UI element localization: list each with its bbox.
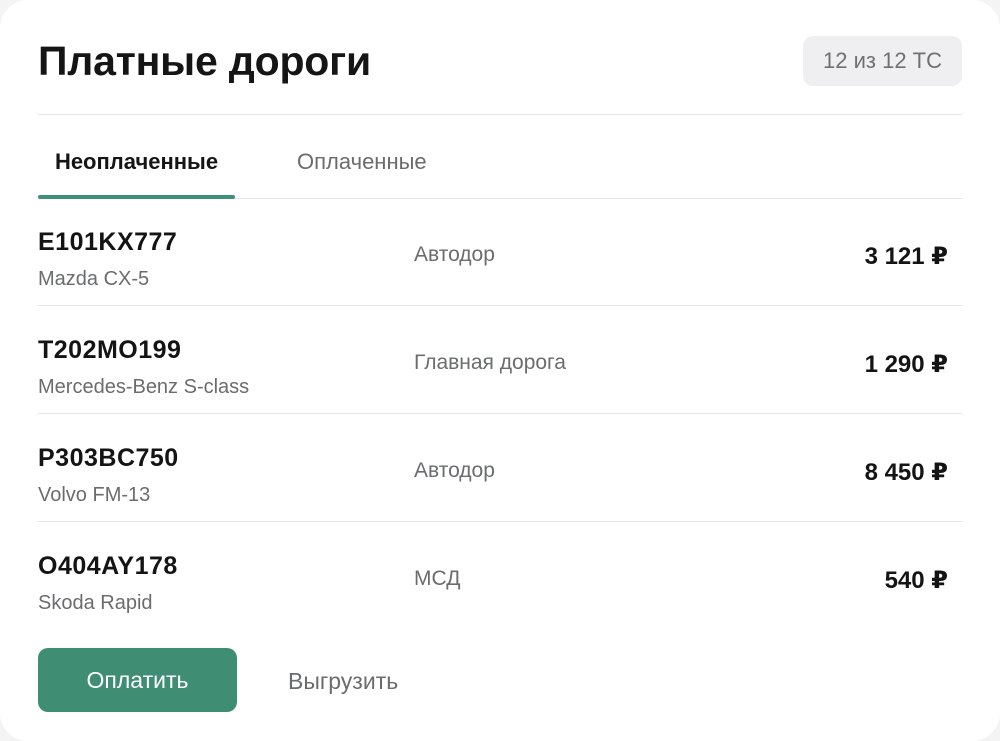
road-operator: Автодор xyxy=(414,243,495,266)
tab-paid-label: Оплаченные xyxy=(297,149,427,174)
plate-number: P303BC750 xyxy=(38,444,179,472)
tab-unpaid-label: Неоплаченные xyxy=(54,149,219,174)
vehicle-model: Mazda CX-5 xyxy=(38,268,150,290)
vehicle-model: Skoda Rapid xyxy=(38,592,153,614)
vehicle-model: Volvo FM-13 xyxy=(38,484,151,506)
amount: 8 450 ₽ xyxy=(864,459,948,486)
amount: 3 121 ₽ xyxy=(864,243,948,270)
list-item[interactable]: E101KX777 Mazda CX-5 Автодор 3 121 ₽ xyxy=(38,198,962,306)
plate-number: O404AY178 xyxy=(38,552,178,580)
plate-number: E101KX777 xyxy=(38,228,178,256)
export-button[interactable]: Выгрузить xyxy=(288,648,398,712)
road-operator: МСД xyxy=(414,567,461,590)
tabs: Неоплаченные Оплаченные xyxy=(38,114,962,199)
plate-number: T202MO199 xyxy=(38,336,182,364)
tab-paid[interactable]: Оплаченные xyxy=(297,114,427,198)
pay-button[interactable]: Оплатить xyxy=(38,648,237,712)
tab-unpaid[interactable]: Неоплаченные xyxy=(38,114,235,199)
road-operator: Автодор xyxy=(414,459,495,482)
vehicle-model: Mercedes-Benz S-class xyxy=(38,376,250,398)
list-item[interactable]: P303BC750 Volvo FM-13 Автодор 8 450 ₽ xyxy=(38,414,962,522)
toll-roads-card: Платные дороги 12 из 12 ТС Неоплаченные … xyxy=(0,0,1000,741)
card-header: Платные дороги 12 из 12 ТС xyxy=(38,30,962,115)
list-item[interactable]: O404AY178 Skoda Rapid МСД 540 ₽ xyxy=(38,522,962,629)
road-operator: Главная дорога xyxy=(414,351,566,374)
toll-list: E101KX777 Mazda CX-5 Автодор 3 121 ₽ T20… xyxy=(38,198,962,629)
amount: 1 290 ₽ xyxy=(864,351,948,378)
amount: 540 ₽ xyxy=(884,567,948,594)
page-title: Платные дороги xyxy=(38,38,372,84)
list-item[interactable]: T202MO199 Mercedes-Benz S-class Главная … xyxy=(38,306,962,414)
action-bar: Оплатить Выгрузить xyxy=(38,648,962,712)
vehicle-count-badge: 12 из 12 ТС xyxy=(803,36,962,86)
